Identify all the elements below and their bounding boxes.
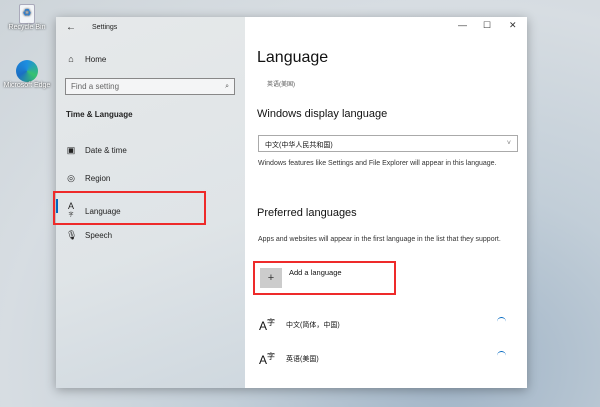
window-title: Settings [92, 24, 118, 31]
loading-spinner-icon [497, 351, 506, 360]
highlight-box [53, 191, 206, 225]
main-panel: — ☐ ✕ Language 英语(美国) Windows display la… [245, 17, 527, 388]
desktop-icon-edge[interactable]: Microsoft Edge [2, 60, 52, 89]
section-heading: Time & Language [66, 110, 133, 119]
language-item[interactable]: A字 中文(简体，中国) [259, 317, 519, 343]
language-icon: A字 [259, 318, 276, 333]
sidebar-item-date-time[interactable]: ▣ Date & time [66, 145, 127, 156]
recycle-bin-icon: ♻ [19, 4, 35, 24]
preferred-languages-note: Apps and websites will appear in the fir… [258, 236, 501, 243]
home-label: Home [85, 54, 107, 64]
maximize-button[interactable]: ☐ [483, 20, 491, 31]
item-label: Date & time [85, 146, 127, 155]
item-label: Region [85, 174, 111, 183]
item-label: Speech [85, 231, 113, 240]
close-button[interactable]: ✕ [509, 20, 517, 31]
language-icon: A字 [259, 352, 276, 367]
language-name: 中文(简体，中国) [286, 322, 340, 329]
desktop-icon-recycle-bin[interactable]: ♻ Recycle Bin [2, 4, 52, 31]
sidebar-item-home[interactable]: ⌂ Home [66, 54, 106, 64]
loading-spinner-icon [497, 317, 506, 326]
search-placeholder: Find a setting [71, 82, 120, 91]
minimize-button[interactable]: — [458, 20, 467, 30]
select-value: 中文(中华人民共和国) [265, 142, 333, 149]
preferred-languages-heading: Preferred languages [257, 207, 357, 219]
calendar-icon: ▣ [66, 145, 76, 155]
home-icon: ⌂ [68, 54, 74, 64]
sidebar-item-speech[interactable]: 🎙 Speech [66, 230, 112, 241]
sidebar: ← Settings ⌂ Home Find a setting ⌕ Time &… [53, 17, 245, 388]
microphone-icon: 🎙 [66, 230, 78, 240]
highlight-box [253, 261, 396, 295]
page-title: Language [257, 49, 329, 66]
display-language-select[interactable]: 中文(中华人民共和国) ˅ [258, 135, 518, 152]
desktop-icon-label: Recycle Bin [8, 24, 46, 31]
display-language-heading: Windows display language [257, 108, 388, 120]
edge-icon [16, 60, 38, 82]
chevron-down-icon: ˅ [506, 140, 511, 147]
back-arrow-icon[interactable]: ← [66, 22, 76, 33]
current-language: 英语(美国) [267, 82, 295, 88]
search-icon: ⌕ [225, 82, 229, 90]
language-name: 英语(美国) [286, 356, 319, 363]
settings-window: ← Settings ⌂ Home Find a setting ⌕ Time &… [53, 17, 527, 388]
desktop-icon-label: Microsoft Edge [3, 82, 51, 89]
globe-icon: ◎ [67, 173, 75, 183]
display-language-note: Windows features like Settings and File … [258, 160, 497, 167]
language-item[interactable]: A字 英语(美国) [259, 351, 519, 377]
search-input[interactable]: Find a setting ⌕ [65, 78, 235, 95]
sidebar-item-region[interactable]: ◎ Region [66, 173, 110, 184]
